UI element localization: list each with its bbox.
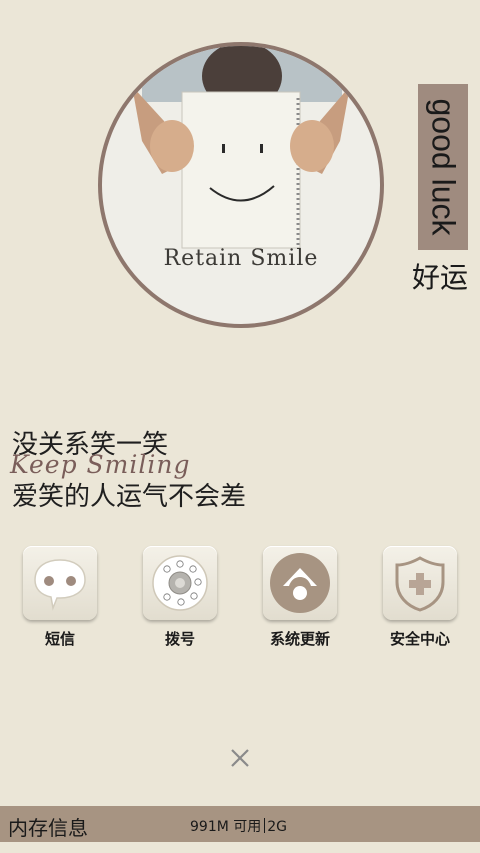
photo-caption: Retain Smile [163, 246, 319, 271]
memory-available: 991M 可用 [190, 819, 262, 835]
photo-illustration [132, 46, 350, 249]
app-sms[interactable]: 短信 [20, 546, 100, 649]
memory-value: 991M 可用 2G [190, 816, 287, 836]
app-dialer[interactable]: 拨号 [140, 546, 220, 649]
close-button[interactable] [226, 744, 254, 772]
app-dialer-tile[interactable] [143, 546, 217, 620]
app-sms-tile[interactable] [23, 546, 97, 620]
app-security-center[interactable]: 安全中心 [380, 546, 460, 649]
app-sms-label: 短信 [44, 630, 75, 648]
app-security-center-tile[interactable] [383, 546, 457, 620]
app-system-update-tile[interactable] [263, 546, 337, 620]
memory-separator [264, 818, 266, 833]
app-system-update-label: 系统更新 [269, 630, 330, 648]
shield-plus-icon [395, 556, 445, 612]
app-security-center-label: 安全中心 [389, 630, 450, 648]
memory-title: 内存信息 [8, 816, 88, 840]
app-system-update[interactable]: 系统更新 [260, 546, 340, 649]
slogan-line-2: 爱笑的人运气不会差 [12, 482, 247, 512]
app-dialer-label: 拨号 [164, 630, 195, 648]
slogan-script: Keep Smiling [10, 450, 191, 479]
good-luck-chinese: 好运 [412, 261, 469, 294]
good-luck-text: good luck [425, 98, 462, 236]
chat-bubble-icon [34, 559, 86, 611]
memory-total: 2G [267, 819, 288, 835]
memory-info-bar: 内存信息 991M 可用 2G [0, 806, 480, 842]
smile-photo: Retain Smile [98, 42, 384, 328]
close-icon [231, 749, 249, 767]
update-icon [270, 553, 330, 613]
good-luck-tag: good luck [418, 84, 468, 250]
rotary-dial-icon [152, 555, 208, 611]
